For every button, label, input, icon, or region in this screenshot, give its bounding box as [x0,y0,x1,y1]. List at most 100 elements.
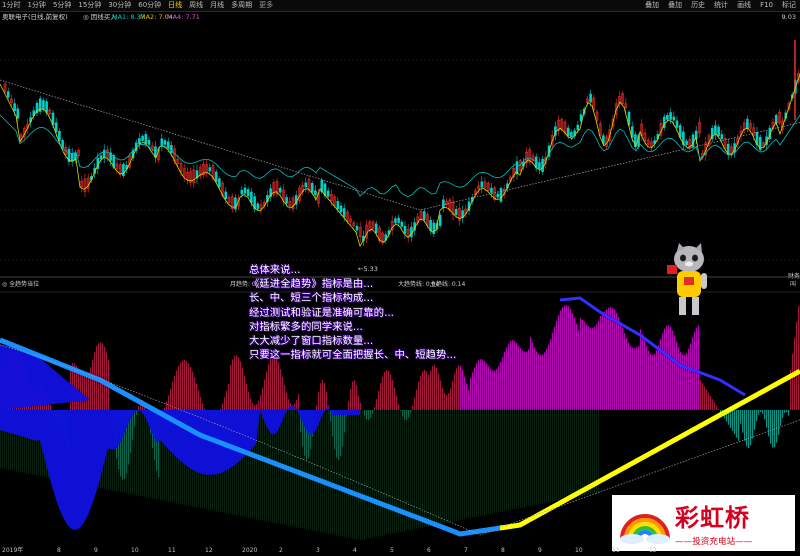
rainbow-icon [620,514,670,544]
histogram-bar [786,410,788,413]
histogram-bar [682,354,684,410]
histogram-bar [430,370,432,410]
candle-body [246,189,250,197]
histogram-bar [584,322,586,410]
histogram-bar [738,410,740,441]
background-stripe [466,410,467,519]
histogram-bar [782,410,784,419]
background-stripe [488,410,489,515]
candle-body [147,140,151,145]
histogram-bar [578,329,580,410]
histogram-bar [556,320,558,410]
histogram-bar [86,375,88,410]
histogram-bar [622,327,624,410]
histogram-bar [442,387,444,410]
histogram-bar [510,341,512,410]
ma-line-long [0,79,800,211]
histogram-bar [546,349,548,410]
histogram-bar [482,359,484,410]
histogram-bar [458,365,460,410]
background-stripe [374,410,375,538]
histogram-bar [104,346,106,410]
background-stripe [534,410,535,506]
histogram-bar [778,410,780,435]
background-stripe [258,410,259,520]
date-axis: 2019年 8 9 10 11 12 2020 2 3 4 5 6 7 8 9 10 11 12 [0,545,657,556]
histogram-bar [604,311,606,410]
histogram-bar [244,375,246,410]
histogram-bar [190,366,192,410]
histogram-bar [358,395,360,410]
histogram-bar [770,410,772,444]
histogram-bar [224,397,226,410]
background-stripe [578,410,579,497]
date-tick: 12 [205,547,213,554]
candle-body [45,101,48,113]
histogram-bar [50,405,52,410]
histogram-bar [202,403,204,410]
rainbow-bridge-logo: 彩虹桥 ——投资充电站—— [612,495,795,551]
histogram-bar [178,365,180,410]
histogram-bar [470,377,472,410]
histogram-bar [530,336,532,410]
histogram-bar [710,396,712,410]
finance-marker: 财务 [788,272,800,280]
histogram-bar [752,410,754,439]
histogram-bar [570,308,572,410]
background-stripe [264,410,265,521]
background-stripe [146,410,147,498]
background-stripe [430,410,431,526]
background-stripe [574,410,575,498]
histogram-bar [500,362,502,410]
candle-body [243,187,247,194]
histogram-bar [384,371,386,410]
histogram-bar [164,407,166,410]
histogram-bar [420,375,422,410]
histogram-bar [754,410,756,430]
histogram-bar [182,360,184,410]
histogram-bar [626,338,628,410]
overlay-line: 《廷进全趋势》指标是由... [249,278,374,291]
candle-body [42,100,45,110]
histogram-bar [356,385,358,410]
histogram-bar [564,305,566,410]
background-stripe [426,410,427,527]
histogram-bar [592,327,594,410]
histogram-bar [654,353,656,410]
date-tick: 4 [353,547,357,554]
indicator-pane-name[interactable]: ◎ 全趋势当位 [2,280,39,290]
background-stripe [140,410,141,496]
histogram-bar [666,325,668,410]
histogram-bar [452,381,454,410]
histogram-bar [230,365,232,410]
histogram-bar [746,410,748,447]
histogram-bar [640,329,642,410]
histogram-bar [762,410,764,414]
candle-body [250,191,253,203]
histogram-bar [170,388,172,410]
histogram-bar [674,335,676,410]
histogram-bar [428,375,430,410]
histogram-bar [648,350,650,410]
histogram-bar [440,380,442,410]
background-stripe [296,410,297,528]
histogram-bar [480,359,482,410]
histogram-bar [248,391,250,410]
background-stripe [568,410,569,499]
background-stripe [500,410,501,512]
candle-body [480,181,484,188]
background-stripe [410,410,411,530]
background-stripe [482,410,483,516]
date-tick: 5 [390,547,394,554]
histogram-bar [490,368,492,410]
background-stripe [394,410,395,534]
background-stripe [414,410,415,530]
histogram-bar [478,360,480,410]
overlay-commentary: 总体来说... 《廷进全趋势》指标是由... 长、中、短三个指标构成... 经过… [249,263,509,362]
histogram-bar [792,354,794,410]
background-stripe [360,410,361,540]
background-stripe [392,410,393,534]
background-stripe [368,410,369,539]
candle-body [538,162,541,169]
background-stripe [498,410,499,513]
